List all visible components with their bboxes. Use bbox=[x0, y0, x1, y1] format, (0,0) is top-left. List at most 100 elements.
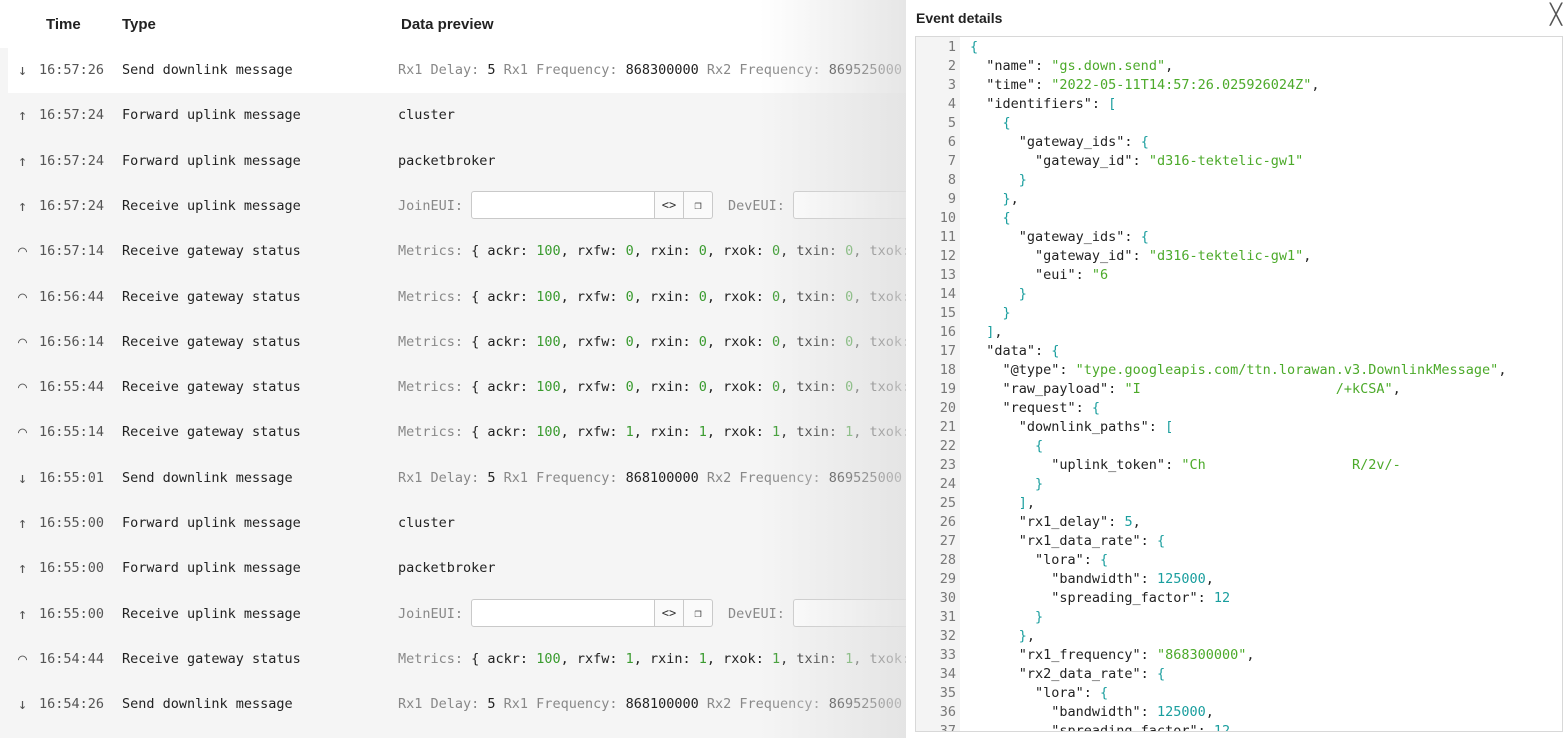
event-row[interactable]: ↑ 16:57:24 Forward uplink message cluster bbox=[8, 93, 910, 138]
line-number: 4 bbox=[947, 96, 956, 112]
event-row[interactable]: ↑ 16:55:00 Forward uplink message packetbro… bbox=[8, 546, 910, 591]
code-token: "gs.down.send" bbox=[1051, 58, 1166, 74]
code-token: { bbox=[1140, 134, 1149, 150]
column-header-type[interactable]: Type bbox=[122, 16, 156, 33]
metric-key: , rxin: bbox=[633, 424, 699, 441]
code-token: "Ch bbox=[1181, 457, 1206, 473]
code-line: { bbox=[970, 38, 978, 57]
dev-eui-field bbox=[793, 190, 908, 221]
event-row[interactable]: ◠ 16:56:44 Receive gateway status Metrics: … bbox=[8, 275, 910, 320]
data-preview: Metrics: { ackr: 100, rxfw: 0, rxin: 0, … bbox=[398, 334, 910, 350]
code-token: "lora": bbox=[970, 552, 1101, 568]
copy-icon[interactable]: ❐ bbox=[684, 190, 713, 219]
code-token: 125000 bbox=[1156, 571, 1206, 587]
line-number: 33 bbox=[939, 647, 956, 663]
code-line: "rx1_delay": 5, bbox=[970, 513, 1141, 532]
event-type: Receive gateway status bbox=[122, 650, 301, 667]
dev-eui-label: DevEUI: bbox=[728, 197, 785, 214]
line-number: 22 bbox=[939, 438, 956, 454]
event-row[interactable]: ↓ 16:57:26 Send downlink message Rx1 Delay:… bbox=[8, 48, 910, 93]
line-number: 20 bbox=[939, 400, 956, 416]
metric-key: , rxin: bbox=[633, 650, 699, 667]
join-eui-field: <> ❐ bbox=[471, 598, 713, 629]
event-row[interactable]: ↑ 16:55:00 Receive uplink message JoinEUI: D… bbox=[8, 592, 910, 637]
event-row[interactable]: ◠ 16:55:14 Receive gateway status Metrics: … bbox=[8, 410, 910, 455]
column-header-time[interactable]: Time bbox=[46, 16, 81, 33]
join-eui-input[interactable] bbox=[471, 598, 655, 627]
line-number: 19 bbox=[939, 381, 956, 397]
code-token: "d316-tektelic-gw1" bbox=[1148, 248, 1304, 264]
event-type: Receive gateway status bbox=[122, 288, 301, 305]
line-number: 12 bbox=[939, 248, 956, 264]
code-line: "spreading_factor": 12 bbox=[970, 589, 1230, 608]
event-time: 16:57:26 bbox=[39, 62, 105, 78]
event-row[interactable]: ◠ 16:55:44 Receive gateway status Metrics: … bbox=[8, 365, 910, 410]
code-token: 125000 bbox=[1156, 704, 1206, 720]
event-row[interactable]: ↑ 16:57:24 Receive uplink message JoinEUI: D… bbox=[8, 184, 910, 229]
metric-key: , txin: bbox=[780, 333, 846, 350]
code-token: "rx1_frequency": bbox=[970, 647, 1157, 663]
join-eui-label: JoinEUI: bbox=[398, 605, 464, 622]
dev-eui-input[interactable] bbox=[793, 190, 908, 219]
code-token: "868300000" bbox=[1156, 647, 1247, 663]
event-row[interactable]: ◠ 16:57:14 Receive gateway status Metrics: … bbox=[8, 229, 910, 274]
metric-key: , txok: bbox=[853, 243, 910, 260]
code-line: { bbox=[970, 209, 1011, 228]
event-type: Send downlink message bbox=[122, 469, 293, 486]
copy-icon[interactable]: ❐ bbox=[684, 598, 713, 627]
event-row[interactable]: ↑ 16:57:24 Forward uplink message packetbro… bbox=[8, 139, 910, 184]
code-toggle-icon[interactable]: <> bbox=[655, 190, 684, 219]
code-line: ], bbox=[970, 323, 1002, 342]
join-eui-field: <> ❐ bbox=[471, 190, 713, 221]
metric-value: 1 bbox=[625, 424, 634, 441]
code-line: "@type": "type.googleapis.com/ttn.lorawa… bbox=[970, 361, 1507, 380]
code-token: "request": bbox=[970, 400, 1092, 416]
code-line: "bandwidth": 125000, bbox=[970, 703, 1214, 722]
arrow-up-icon: ↑ bbox=[18, 604, 28, 623]
wifi-icon: ◠ bbox=[18, 287, 28, 306]
code-token: "lora": bbox=[970, 685, 1101, 701]
event-type: Receive gateway status bbox=[122, 424, 301, 441]
preview-text: packetbroker bbox=[398, 152, 496, 169]
code-token: "2022-05-11T14:57:26.025926024Z" bbox=[1051, 77, 1312, 93]
data-preview: cluster bbox=[398, 515, 455, 531]
dev-eui-input[interactable] bbox=[793, 598, 908, 627]
event-type: Receive gateway status bbox=[122, 243, 301, 260]
event-row[interactable]: ↑ 16:55:00 Forward uplink message cluster bbox=[8, 501, 910, 546]
code-toggle-icon[interactable]: <> bbox=[655, 598, 684, 627]
metric-value: 0 bbox=[771, 379, 781, 396]
event-row[interactable]: ◠ 16:56:14 Receive gateway status Metrics: … bbox=[8, 320, 910, 365]
rx1-delay-label: Rx1 Delay: bbox=[398, 62, 488, 78]
close-icon[interactable]: ╳ bbox=[1550, 2, 1562, 27]
data-preview: Metrics: { ackr: 100, rxfw: 1, rxin: 1, … bbox=[398, 424, 910, 440]
code-line: "uplink_token": "Ch R/2v/- bbox=[970, 456, 1401, 475]
code-line: "rx1_data_rate": { bbox=[970, 532, 1165, 551]
code-line: } bbox=[970, 608, 1043, 627]
metric-value: 0 bbox=[771, 333, 781, 350]
metric-key: , rxok: bbox=[706, 288, 772, 305]
preview-text: cluster bbox=[398, 515, 455, 531]
metric-key: , txok: bbox=[853, 379, 910, 396]
code-token: { bbox=[970, 438, 1044, 454]
line-number: 24 bbox=[939, 476, 956, 492]
code-token: } bbox=[970, 286, 1027, 302]
code-line: } bbox=[970, 285, 1027, 304]
data-preview: Metrics: { ackr: 100, rxfw: 1, rxin: 1, … bbox=[398, 651, 910, 667]
event-row[interactable]: ◠ 16:54:44 Receive gateway status Metrics: … bbox=[8, 637, 910, 682]
code-token: { bbox=[1051, 343, 1060, 359]
metric-key: , txok: bbox=[853, 424, 910, 441]
code-token: "raw_payload": bbox=[970, 381, 1125, 397]
json-code-view[interactable]: 1 2 3 4 5 6 7 8 9 10 11 12 13 14 15 16 17 18 19 20 21 22 23 24 2… bbox=[915, 36, 1563, 732]
event-type: Forward uplink message bbox=[122, 560, 301, 577]
metric-key: , rxok: bbox=[706, 650, 772, 667]
code-line: "raw_payload": "I /+kCSA", bbox=[970, 380, 1401, 399]
rx1-delay-label: Rx1 Delay: bbox=[398, 696, 488, 713]
rx1-frequency-value: 868100000 bbox=[625, 469, 707, 486]
code-line: "name": "gs.down.send", bbox=[970, 57, 1173, 76]
join-eui-input[interactable] bbox=[471, 190, 655, 219]
event-row[interactable]: ↓ 16:55:01 Send downlink message Rx1 Delay:… bbox=[8, 456, 910, 501]
event-row[interactable]: ↓ 16:54:26 Send downlink message Rx1 Delay:… bbox=[8, 682, 910, 727]
metric-value: 0 bbox=[771, 243, 781, 260]
line-number: 29 bbox=[939, 571, 956, 587]
metric-key: , txok: bbox=[853, 650, 910, 667]
